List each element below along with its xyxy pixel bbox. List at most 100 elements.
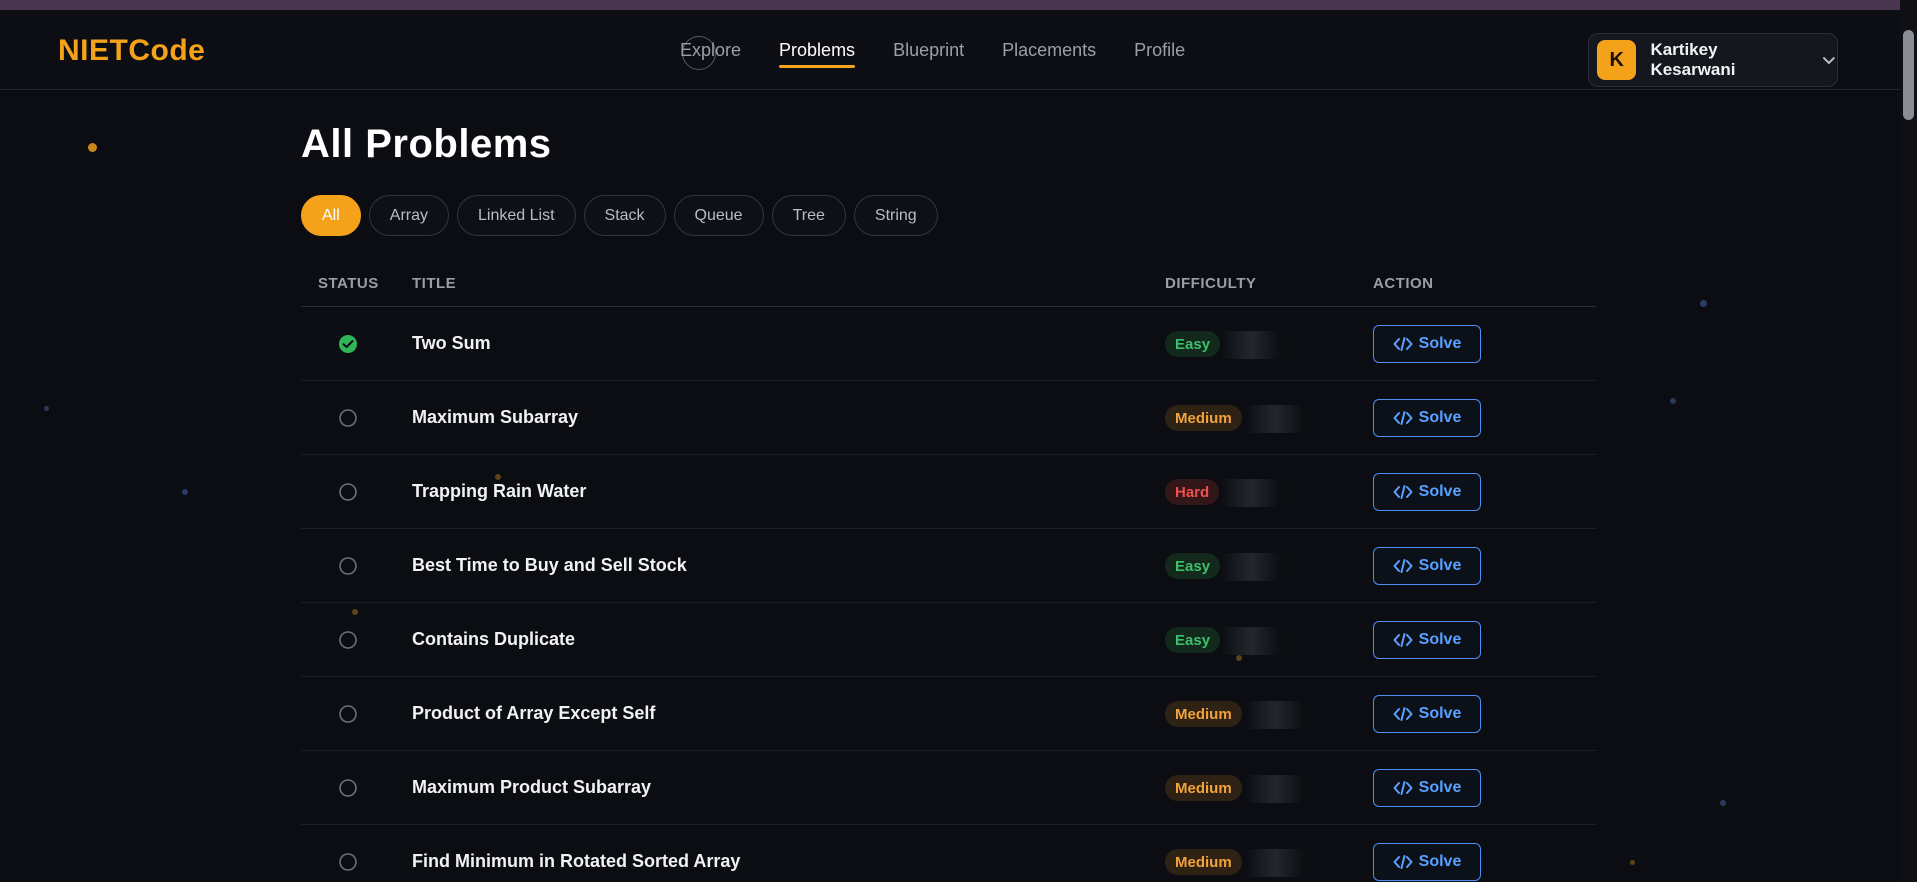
page-scrollbar[interactable] [1900, 0, 1917, 882]
solve-label: Solve [1418, 853, 1462, 870]
header-status: STATUS [318, 275, 379, 292]
scrollbar-thumb[interactable] [1903, 30, 1914, 120]
unsolved-circle-icon [339, 409, 357, 427]
unsolved-circle-icon [339, 483, 357, 501]
background-dot [1670, 398, 1676, 404]
solve-label: Solve [1418, 557, 1462, 574]
page-title: All Problems [301, 122, 552, 166]
table-row[interactable]: Contains Duplicate Easy Solve [301, 603, 1596, 677]
solve-button[interactable]: Solve [1373, 473, 1481, 511]
filter-string[interactable]: String [853, 195, 938, 236]
problem-title[interactable]: Trapping Rain Water [412, 481, 586, 502]
nav-placements[interactable]: Placements [1002, 40, 1096, 61]
difficulty-badge: Medium [1165, 849, 1242, 875]
solve-label: Solve [1418, 483, 1462, 500]
unsolved-circle-icon [339, 853, 357, 871]
solve-button[interactable]: Solve [1373, 769, 1481, 807]
problem-title[interactable]: Product of Array Except Self [412, 703, 655, 724]
solved-check-icon [339, 335, 357, 353]
difficulty-badge: Medium [1165, 701, 1242, 727]
table-row[interactable]: Best Time to Buy and Sell Stock Easy Solve [301, 529, 1596, 603]
filter-array[interactable]: Array [368, 195, 450, 236]
main-nav: Explore Problems Blueprint Placements Pr… [680, 40, 1185, 68]
nav-explore[interactable]: Explore [680, 40, 741, 61]
solve-label: Solve [1418, 705, 1462, 722]
nav-blueprint[interactable]: Blueprint [893, 40, 964, 61]
loading-shimmer [1221, 553, 1281, 581]
table-row[interactable]: Two Sum Easy Solve [301, 307, 1596, 381]
solve-label: Solve [1418, 779, 1462, 796]
problem-title[interactable]: Maximum Product Subarray [412, 777, 651, 798]
solve-button[interactable]: Solve [1373, 843, 1481, 881]
solve-button[interactable]: Solve [1373, 399, 1481, 437]
header-title: TITLE [412, 275, 457, 292]
problem-title[interactable]: Maximum Subarray [412, 407, 578, 428]
difficulty-badge: Medium [1165, 775, 1242, 801]
loading-shimmer [1245, 849, 1305, 877]
loading-shimmer [1245, 775, 1305, 803]
table-body: Two Sum Easy Solve Maximum Subarray Medium So… [301, 307, 1596, 882]
table-row[interactable]: Product of Array Except Self Medium Solve [301, 677, 1596, 751]
unsolved-circle-icon [339, 557, 357, 575]
browser-top-strip [0, 0, 1917, 10]
background-dot [182, 489, 188, 495]
code-icon [1393, 781, 1413, 795]
problem-title[interactable]: Find Minimum in Rotated Sorted Array [412, 851, 740, 872]
difficulty-badge: Hard [1165, 479, 1220, 505]
table-header: STATUS TITLE DIFFICULTY ACTION [301, 267, 1596, 307]
solve-button[interactable]: Solve [1373, 695, 1481, 733]
solve-button[interactable]: Solve [1373, 547, 1481, 585]
table-row[interactable]: Find Minimum in Rotated Sorted Array Medi… [301, 825, 1596, 882]
header-difficulty: DIFFICULTY [1165, 275, 1257, 292]
unsolved-circle-icon [339, 705, 357, 723]
code-icon [1393, 411, 1413, 425]
difficulty-badge: Easy [1165, 627, 1221, 653]
table-row[interactable]: Maximum Subarray Medium Solve [301, 381, 1596, 455]
code-icon [1393, 559, 1413, 573]
loading-shimmer [1221, 331, 1281, 359]
solve-button[interactable]: Solve [1373, 325, 1481, 363]
background-dot [44, 406, 49, 411]
code-icon [1393, 855, 1413, 869]
background-dot [1720, 800, 1726, 806]
table-row[interactable]: Maximum Product Subarray Medium Solve [301, 751, 1596, 825]
nav-problems[interactable]: Problems [779, 40, 856, 68]
difficulty-badge: Medium [1165, 405, 1242, 431]
user-name: Kartikey Kesarwani [1650, 40, 1736, 79]
filter-all[interactable]: All [301, 195, 361, 236]
unsolved-circle-icon [339, 631, 357, 649]
chevron-down-icon [1823, 57, 1836, 65]
table-row[interactable]: Trapping Rain Water Hard Solve [301, 455, 1596, 529]
loading-shimmer [1221, 479, 1281, 507]
difficulty-badge: Easy [1165, 331, 1221, 357]
problem-title[interactable]: Best Time to Buy and Sell Stock [412, 555, 687, 576]
code-icon [1393, 633, 1413, 647]
brand-logo[interactable]: NIETCode [58, 34, 205, 68]
difficulty-badge: Easy [1165, 553, 1221, 579]
loading-shimmer [1245, 405, 1305, 433]
filter-queue[interactable]: Queue [673, 195, 764, 236]
problem-title[interactable]: Two Sum [412, 333, 491, 354]
problem-title[interactable]: Contains Duplicate [412, 629, 575, 650]
filter-tree[interactable]: Tree [771, 195, 846, 236]
background-dot [1700, 300, 1707, 307]
solve-button[interactable]: Solve [1373, 621, 1481, 659]
solve-label: Solve [1418, 409, 1462, 426]
category-filters: All Array Linked List Stack Queue Tree S… [301, 195, 938, 236]
code-icon [1393, 337, 1413, 351]
solve-label: Solve [1418, 631, 1462, 648]
code-icon [1393, 485, 1413, 499]
code-icon [1393, 707, 1413, 721]
filter-linked-list[interactable]: Linked List [457, 195, 576, 236]
loading-shimmer [1221, 627, 1281, 655]
top-navbar: NIETCode Explore Problems Blueprint Plac… [0, 10, 1900, 90]
solve-label: Solve [1418, 335, 1462, 352]
filter-stack[interactable]: Stack [583, 195, 666, 236]
nav-profile[interactable]: Profile [1134, 40, 1185, 61]
background-dot [1630, 860, 1635, 865]
problems-table: STATUS TITLE DIFFICULTY ACTION Two Sum Ea… [301, 267, 1596, 882]
loading-shimmer [1245, 701, 1305, 729]
background-dot [88, 143, 97, 152]
user-menu-button[interactable]: K Kartikey Kesarwani [1588, 33, 1838, 87]
header-action: ACTION [1373, 275, 1434, 292]
